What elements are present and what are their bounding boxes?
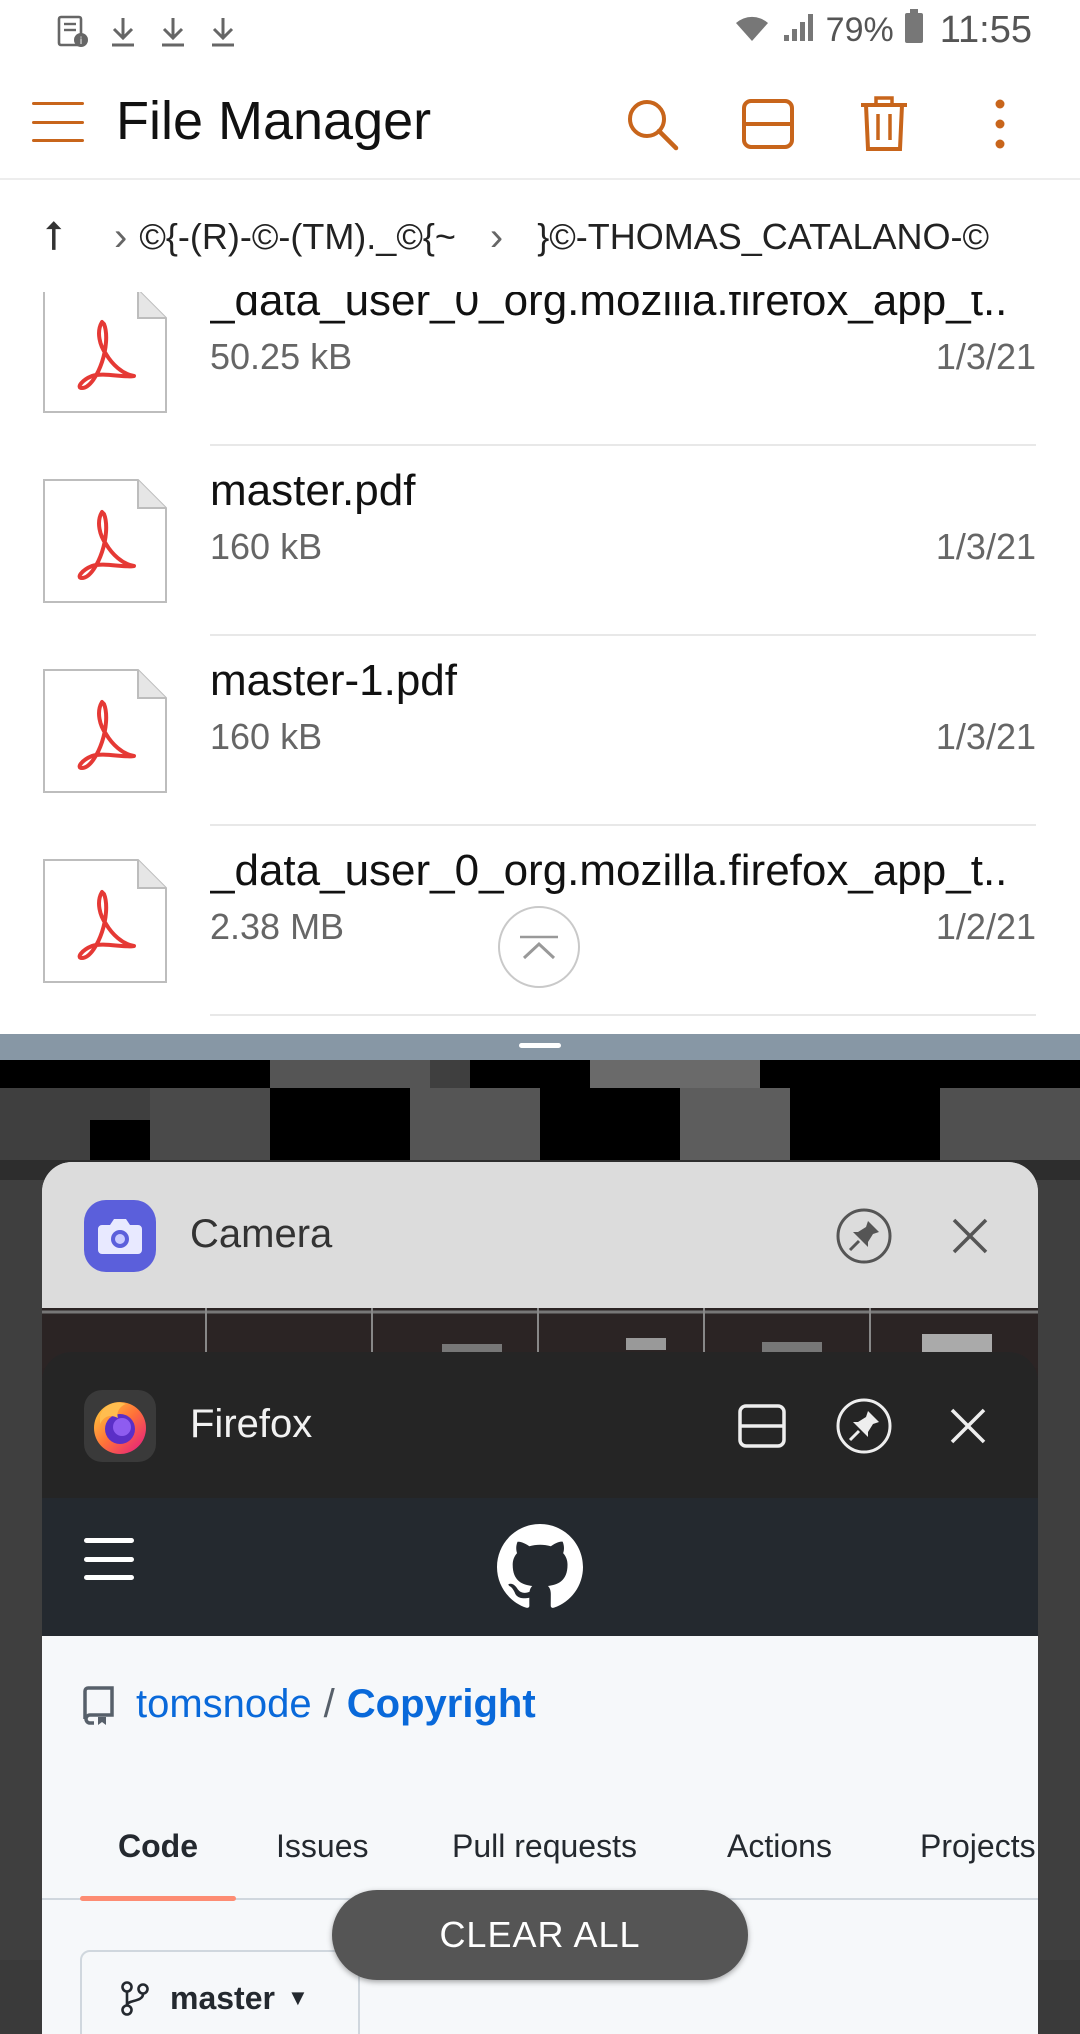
delete-button[interactable]	[852, 92, 916, 156]
clear-all-button[interactable]: CLEAR ALL	[332, 1890, 748, 1980]
app-bar: File Manager	[0, 66, 1080, 180]
menu-icon	[84, 1538, 134, 1543]
pin-icon	[836, 1398, 892, 1454]
tab-actions[interactable]: Actions	[727, 1828, 832, 1865]
file-name: _data_user_0_org.mozilla.firefox_app_t..	[210, 846, 1008, 895]
file-size: 160 kB	[210, 526, 323, 567]
wifi-icon	[732, 10, 772, 52]
file-size: 50.25 kB	[210, 336, 353, 377]
menu-icon	[32, 102, 84, 105]
delete-icon	[861, 96, 907, 151]
camera-app-icon	[84, 1200, 156, 1272]
svg-text:i: i	[80, 36, 83, 47]
notification-icons: i	[54, 10, 242, 54]
pin-button[interactable]	[832, 1204, 896, 1268]
file-date: 1/3/21	[935, 716, 1036, 757]
close-icon	[952, 1218, 988, 1254]
git-branch-icon	[121, 1981, 149, 2016]
repo-tabs: Code Issues Pull requests Actions Projec…	[42, 1806, 1038, 1901]
camera-card-title: Camera	[190, 1212, 333, 1256]
split-view-icon	[742, 99, 794, 149]
file-name: master-1.pdf	[210, 656, 457, 705]
breadcrumb: ⭡ › ©{-(R)-©-(TM)._©{~ › }©-THOMAS_CATAL…	[0, 182, 1080, 292]
close-button[interactable]	[938, 1204, 1002, 1268]
repo-name-link[interactable]: Copyright	[347, 1682, 536, 1727]
pin-icon	[836, 1208, 892, 1264]
battery-icon	[904, 8, 924, 53]
download-icon	[104, 10, 142, 54]
more-icon	[995, 99, 1005, 149]
github-header	[42, 1498, 1038, 1636]
chevron-up-icon	[520, 935, 558, 960]
list-item[interactable]: master.pdf 160 kB 1/3/21	[0, 446, 1080, 636]
notification-document-icon: i	[54, 10, 92, 54]
file-name: _data_user_0_org.mozilla.firefox_app_t..	[210, 292, 1008, 325]
split-view-button[interactable]	[736, 92, 800, 156]
download-icon	[154, 10, 192, 54]
split-screen-button[interactable]	[730, 1394, 794, 1458]
branch-selector[interactable]: master ▼	[80, 1950, 360, 2034]
repo-separator: /	[323, 1682, 335, 1726]
tab-issues[interactable]: Issues	[276, 1828, 368, 1865]
battery-percent: 79%	[825, 11, 894, 49]
tab-pull-requests[interactable]: Pull requests	[452, 1828, 637, 1865]
page-title: File Manager	[116, 91, 432, 151]
menu-button[interactable]	[32, 102, 84, 142]
tab-code[interactable]: Code	[118, 1828, 198, 1865]
file-date: 1/3/21	[935, 526, 1036, 567]
firefox-card-title: Firefox	[190, 1402, 313, 1446]
split-view-icon	[738, 1404, 786, 1448]
close-icon	[950, 1408, 986, 1444]
repo-owner-link[interactable]: tomsnode	[136, 1682, 312, 1727]
breadcrumb-separator: ›	[114, 214, 128, 259]
file-size: 2.38 MB	[210, 906, 345, 947]
tab-projects[interactable]: Projects	[920, 1828, 1036, 1865]
status-bar: i 79% 11:55	[0, 0, 1080, 66]
scroll-to-top-button[interactable]	[498, 906, 580, 988]
camera-card-header: Camera	[42, 1162, 1038, 1308]
list-item[interactable]: master-1.pdf 160 kB 1/3/21	[0, 636, 1080, 826]
chevron-down-icon: ▼	[286, 1985, 309, 2010]
drag-handle[interactable]	[519, 1043, 561, 1048]
pdf-file-icon	[43, 859, 167, 983]
github-logo-icon[interactable]	[497, 1524, 583, 1610]
file-name: master.pdf	[210, 466, 416, 515]
split-screen-divider[interactable]	[0, 1034, 1080, 1060]
file-date: 1/3/21	[935, 336, 1036, 377]
search-button[interactable]	[620, 92, 684, 156]
system-indicators: 79% 11:55	[732, 8, 1032, 53]
divider	[210, 1014, 1036, 1016]
github-menu-button[interactable]	[84, 1538, 134, 1580]
repo-icon	[83, 1685, 114, 1725]
breadcrumb-item[interactable]: ©{-(R)-©-(TM)._©{~	[139, 216, 456, 258]
up-directory-button[interactable]: ⭡	[44, 215, 100, 260]
recent-apps: Camera Firefox tomsnode / Copyright Code…	[0, 1060, 1080, 2034]
file-size: 160 kB	[210, 716, 323, 757]
pdf-file-icon	[43, 479, 167, 603]
file-date: 1/2/21	[935, 906, 1036, 947]
list-item[interactable]: _data_user_0_org.mozilla.firefox_app_t..…	[0, 292, 1080, 446]
close-button[interactable]	[936, 1394, 1000, 1458]
search-icon	[628, 100, 679, 151]
pin-button[interactable]	[832, 1394, 896, 1458]
more-options-button[interactable]	[968, 92, 1032, 156]
firefox-card-header: Firefox	[42, 1352, 1038, 1498]
breadcrumb-separator: ›	[489, 214, 504, 259]
download-icon	[204, 10, 242, 54]
firefox-app-icon	[84, 1390, 156, 1462]
active-tab-indicator	[80, 1896, 236, 1901]
repo-title: tomsnode / Copyright	[82, 1682, 536, 1727]
pdf-file-icon	[43, 292, 167, 413]
signal-icon	[782, 10, 816, 52]
pdf-file-icon	[43, 669, 167, 793]
clock: 11:55	[939, 9, 1032, 51]
breadcrumb-item-current[interactable]: }©-THOMAS_CATALANO-©	[537, 216, 989, 258]
branch-name: master	[170, 1979, 275, 2016]
